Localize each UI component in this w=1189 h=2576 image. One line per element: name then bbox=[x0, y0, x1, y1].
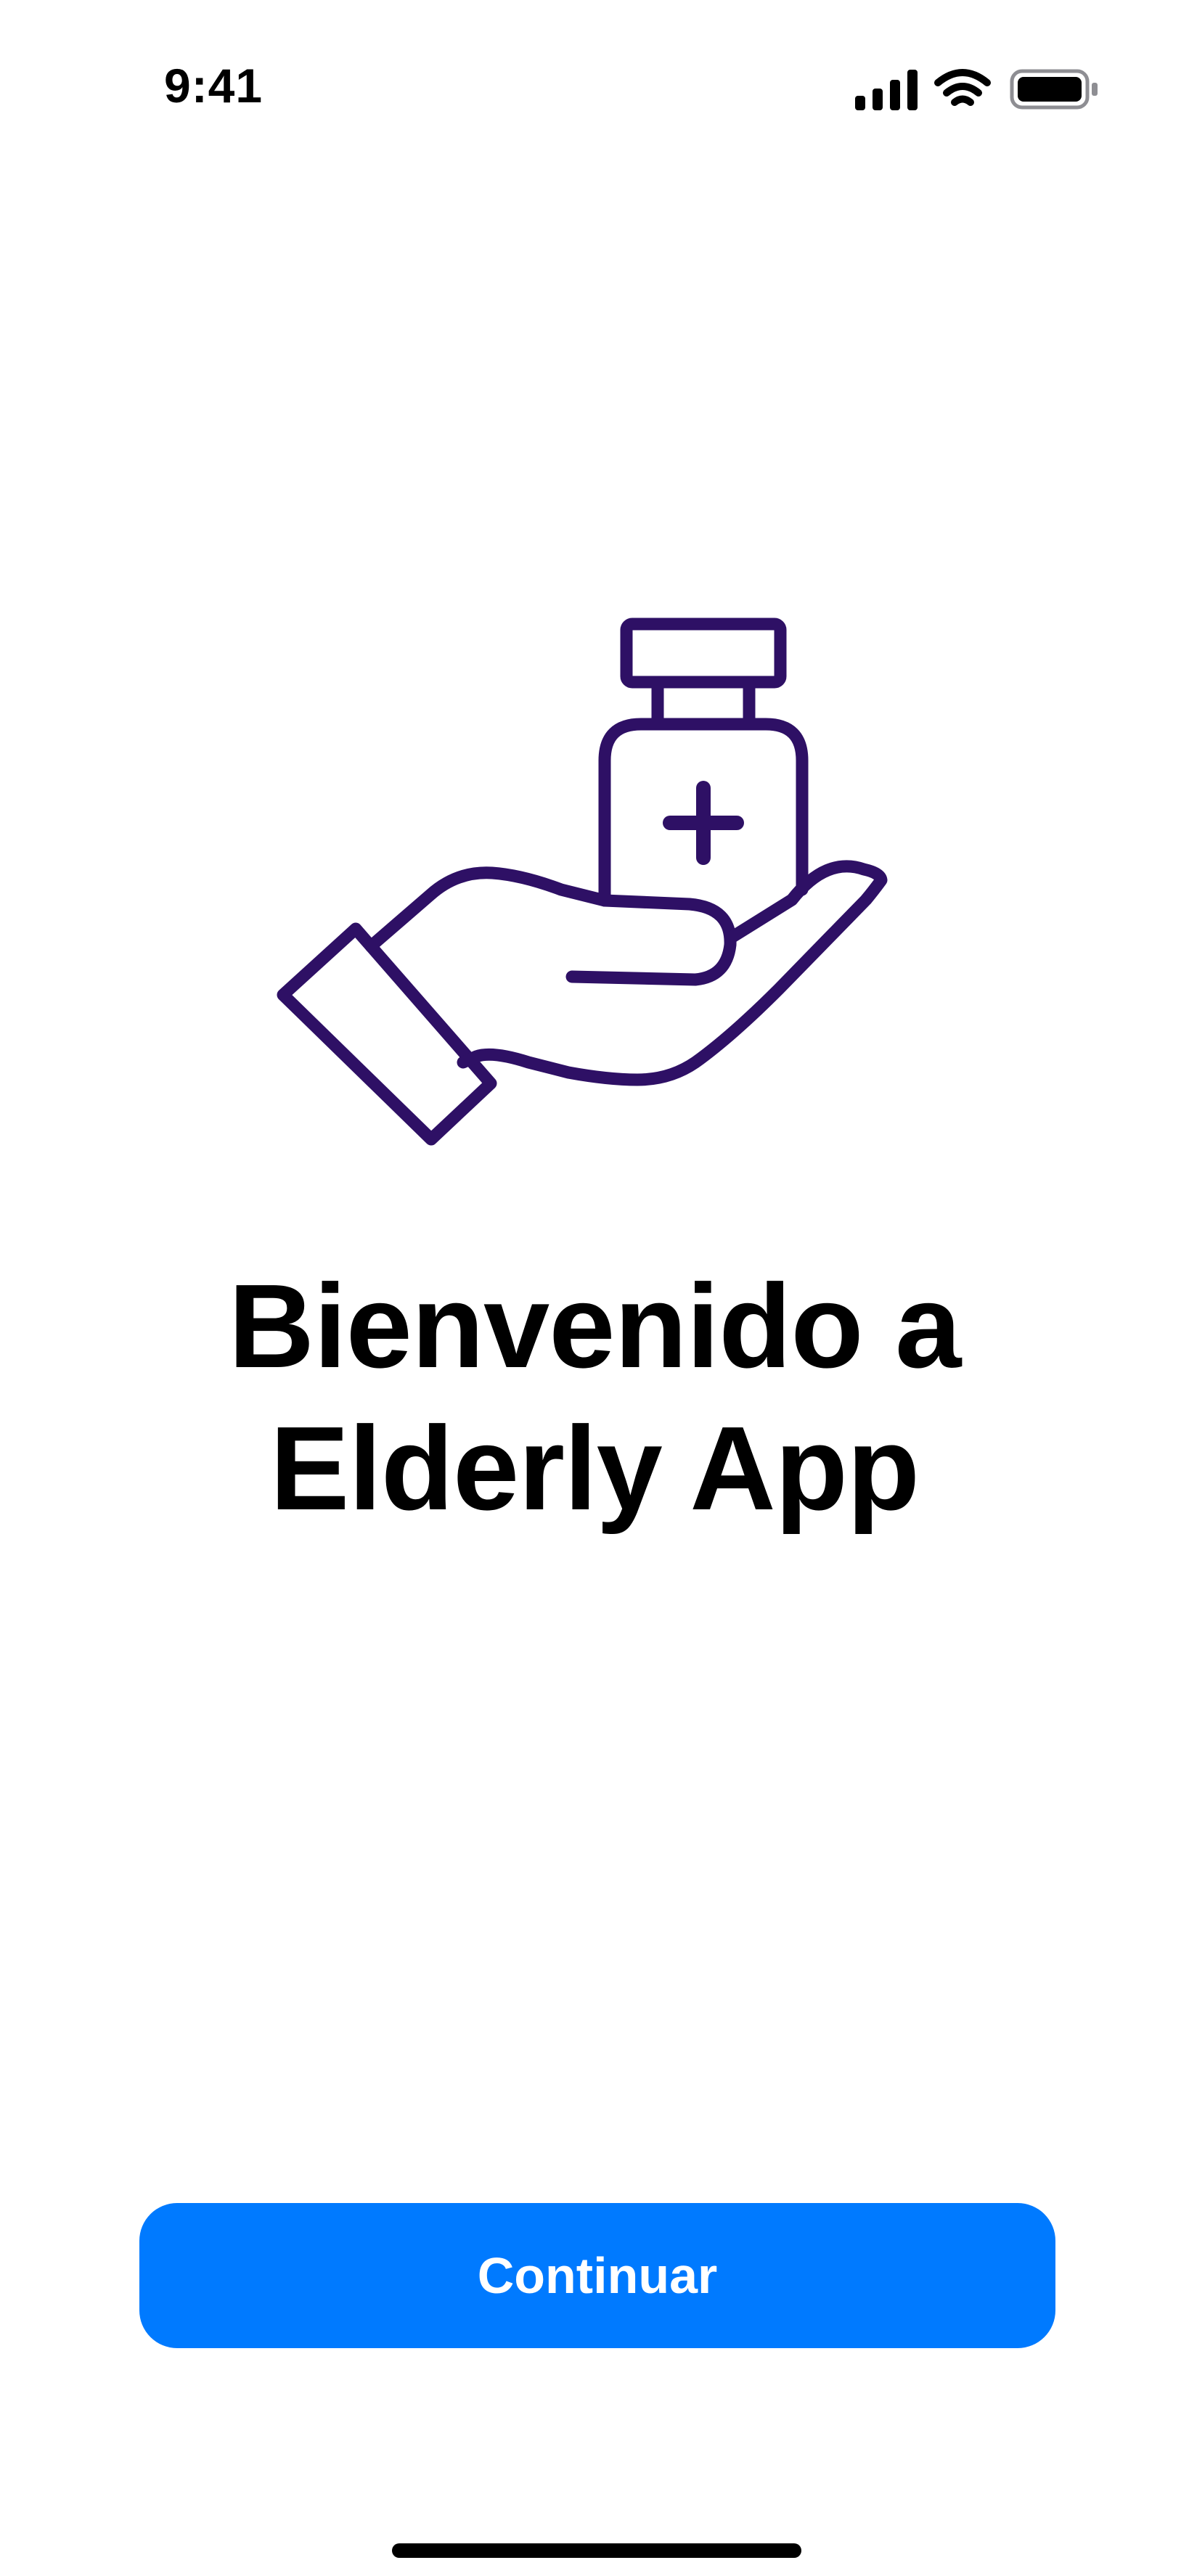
welcome-title: Bienvenido a Elderly App bbox=[0, 1255, 1189, 1540]
welcome-title-line-1: Bienvenido a bbox=[228, 1260, 962, 1392]
cross bbox=[663, 781, 744, 865]
welcome-title-line-2: Elderly App bbox=[269, 1402, 920, 1535]
bottle-cap bbox=[620, 618, 787, 689]
bottle-neck bbox=[651, 676, 756, 731]
status-icons bbox=[855, 69, 1098, 110]
hand-outline bbox=[364, 866, 737, 986]
wifi-icon bbox=[934, 69, 991, 106]
home-indicator[interactable] bbox=[392, 2543, 801, 2558]
status-bar: 9:41 bbox=[0, 0, 1189, 174]
cellular-signal-icon bbox=[855, 70, 918, 110]
status-time: 9:41 bbox=[164, 59, 263, 112]
sleeve-cuff bbox=[277, 922, 497, 1146]
continue-button[interactable]: Continuar bbox=[139, 2203, 1055, 2348]
hand-holding-medicine-icon bbox=[277, 618, 888, 1146]
battery-icon bbox=[1010, 69, 1098, 110]
